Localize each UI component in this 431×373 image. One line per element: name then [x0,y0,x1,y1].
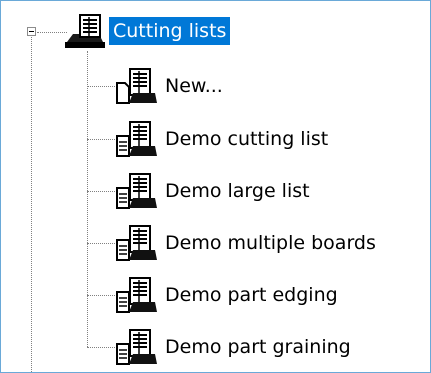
tree-node-label: Cutting lists [109,17,231,45]
cutting-list-icon [116,329,157,365]
tree-node-cutting-lists[interactable]: Cutting lists [63,12,231,50]
tree-node-demo-large-list[interactable]: Demo large list [115,172,314,210]
tree-node-demo-multiple-boards[interactable]: Demo multiple boards [115,224,380,262]
cutting-list-icon [116,225,157,261]
tree-node-label: Demo large list [165,180,310,202]
tree-node-label: Demo part graining [165,336,351,358]
tree-connector-line [87,243,115,244]
tree-connector-line [87,347,115,348]
tree-node-demo-cutting-list[interactable]: Demo cutting list [115,120,332,158]
tree-connector-line [87,86,115,87]
cutting-list-icon [116,173,157,209]
tree-connector-line [87,51,88,347]
tree-node-label: New... [165,75,223,97]
new-document-icon [116,68,157,104]
tree-connector-line [87,295,115,296]
tree-node-label: Demo cutting list [165,128,329,150]
tree-node-demo-part-graining[interactable]: Demo part graining [115,328,355,366]
tree-connector-line [87,139,115,140]
minus-box-icon[interactable] [27,27,36,36]
tree-connector-line [87,191,115,192]
tree-view[interactable]: Cutting lists New... Demo cutting list D… [0,0,431,373]
tree-node-new[interactable]: New... [115,67,227,105]
tree-node-label: Demo part edging [165,284,338,306]
tree-node-demo-part-edging[interactable]: Demo part edging [115,276,342,314]
tree-connector-line [31,37,32,372]
cutting-list-folder-icon [65,14,105,48]
cutting-list-icon [116,277,157,313]
tree-node-label: Demo multiple boards [165,232,376,254]
cutting-list-icon [116,121,157,157]
